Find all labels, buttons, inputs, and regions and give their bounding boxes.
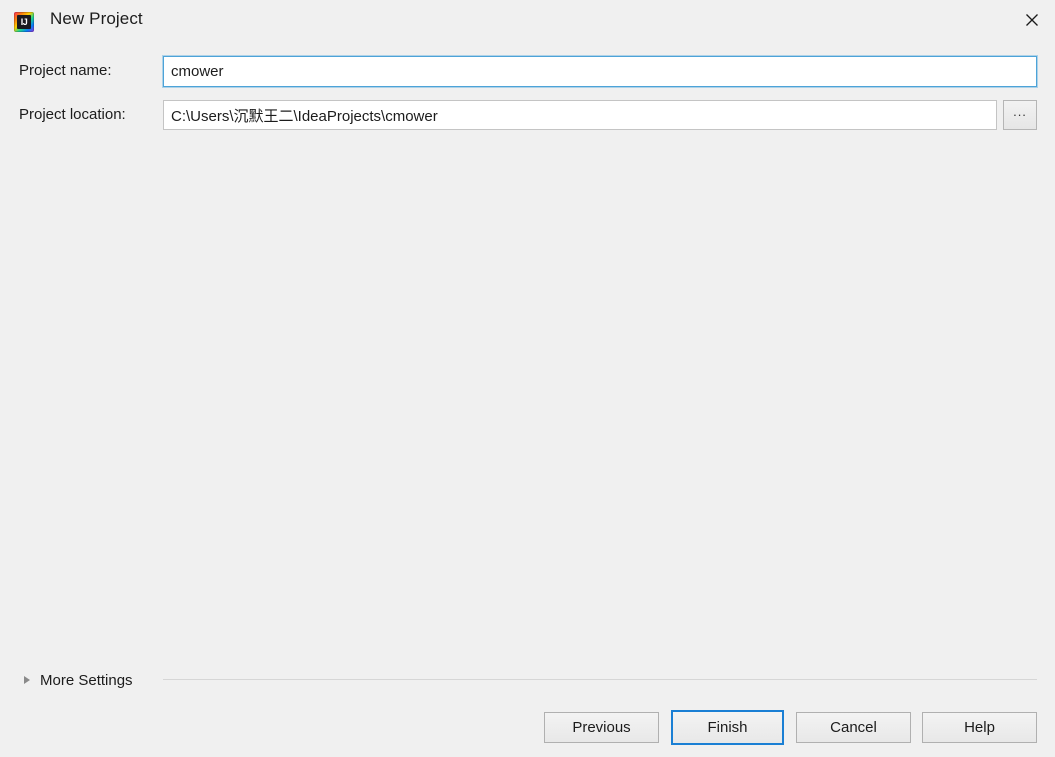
project-name-input[interactable] xyxy=(163,56,1037,87)
close-icon xyxy=(1026,14,1038,26)
more-settings-separator xyxy=(163,679,1037,680)
intellij-idea-icon: IJ xyxy=(14,12,34,32)
triangle-right-icon xyxy=(24,676,30,684)
close-button[interactable] xyxy=(1009,0,1055,40)
title-bar: IJ New Project xyxy=(0,0,1055,44)
browse-location-button[interactable]: ... xyxy=(1003,100,1037,130)
project-location-input[interactable] xyxy=(163,100,997,130)
more-settings-toggle[interactable]: More Settings xyxy=(24,668,133,692)
help-button[interactable]: Help xyxy=(922,712,1037,743)
finish-button[interactable]: Finish xyxy=(671,710,784,745)
project-location-label: Project location: xyxy=(19,106,126,123)
cancel-button[interactable]: Cancel xyxy=(796,712,911,743)
project-name-label: Project name: xyxy=(19,62,112,79)
window-title: New Project xyxy=(50,9,143,28)
intellij-idea-icon-letters: IJ xyxy=(17,15,31,29)
previous-button[interactable]: Previous xyxy=(544,712,659,743)
more-settings-label: More Settings xyxy=(40,671,133,689)
